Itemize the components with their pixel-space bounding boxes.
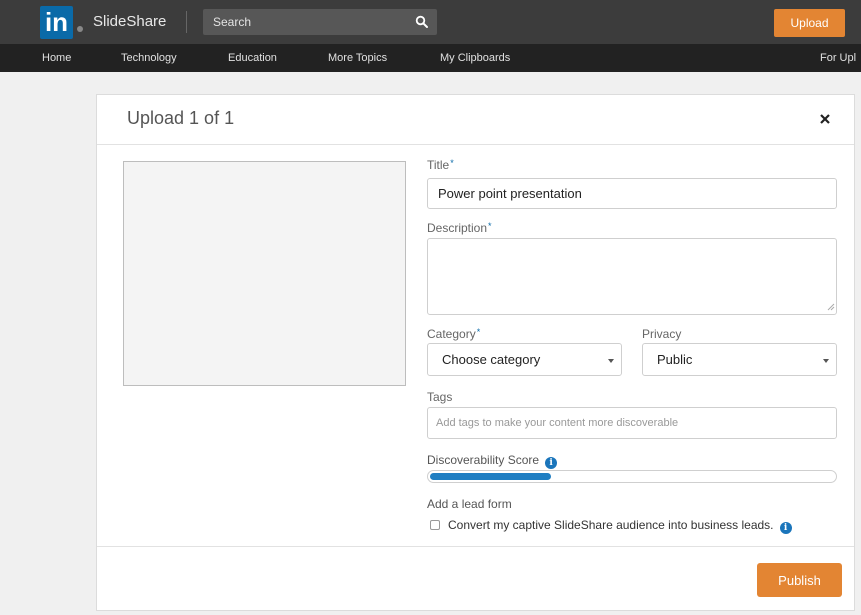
nav-item-technology[interactable]: Technology: [121, 52, 177, 64]
lead-form-checkbox[interactable]: [430, 520, 440, 530]
publish-button[interactable]: Publish: [757, 563, 842, 597]
title-label: Title*: [427, 158, 454, 172]
close-icon[interactable]: [819, 113, 831, 125]
lead-form-option[interactable]: Convert my captive SlideShare audience i…: [430, 518, 792, 534]
lead-form-label: Add a lead form: [427, 497, 512, 511]
upload-button[interactable]: Upload: [774, 9, 845, 37]
slide-thumbnail: [123, 161, 406, 386]
search-input[interactable]: [213, 9, 403, 35]
nav-item-education[interactable]: Education: [228, 52, 277, 64]
tags-input[interactable]: [427, 407, 837, 439]
discoverability-score-fill: [430, 473, 551, 480]
required-marker: *: [450, 158, 454, 168]
top-bar: in SlideShare Upload: [0, 0, 861, 44]
privacy-value: Public: [657, 352, 693, 367]
nav-item-my-clipboards[interactable]: My Clipboards: [440, 52, 510, 64]
lead-form-checkbox-label: Convert my captive SlideShare audience i…: [448, 518, 774, 532]
discoverability-score-label: Discoverability Score i: [427, 453, 558, 469]
dialog-title: Upload 1 of 1: [127, 108, 235, 128]
required-marker: *: [488, 221, 492, 231]
search-icon[interactable]: [415, 15, 429, 29]
nav-item-home[interactable]: Home: [42, 52, 71, 64]
upload-dialog: Upload 1 of 1 Title* Description* Catego…: [96, 94, 855, 611]
privacy-label: Privacy: [642, 327, 682, 341]
category-label: Category*: [427, 327, 481, 341]
tags-label: Tags: [427, 390, 453, 404]
description-field[interactable]: [427, 238, 837, 315]
linkedin-logo[interactable]: in: [40, 6, 73, 39]
brand-divider: [186, 11, 187, 33]
discoverability-score-bar: [427, 470, 837, 483]
info-icon[interactable]: i: [545, 457, 558, 469]
logo-dot: [77, 26, 83, 32]
info-icon[interactable]: i: [779, 522, 792, 534]
resize-grip-icon[interactable]: [825, 301, 835, 311]
dialog-header: Upload 1 of 1: [97, 95, 854, 145]
category-value: Choose category: [442, 352, 541, 367]
category-select[interactable]: Choose category: [427, 343, 622, 376]
caret-down-icon: [823, 359, 829, 363]
nav-item-for-uploaders[interactable]: For Upl: [820, 52, 856, 64]
dialog-footer: Publish: [97, 546, 854, 612]
nav-item-more-topics[interactable]: More Topics: [328, 52, 387, 64]
brand-name[interactable]: SlideShare: [93, 13, 166, 30]
topic-nav: Home Technology Education More Topics My…: [0, 44, 861, 72]
search-box: [203, 9, 437, 35]
description-label: Description*: [427, 221, 492, 235]
title-field[interactable]: [427, 178, 837, 209]
caret-down-icon: [608, 359, 614, 363]
privacy-select[interactable]: Public: [642, 343, 837, 376]
required-marker: *: [476, 327, 481, 337]
